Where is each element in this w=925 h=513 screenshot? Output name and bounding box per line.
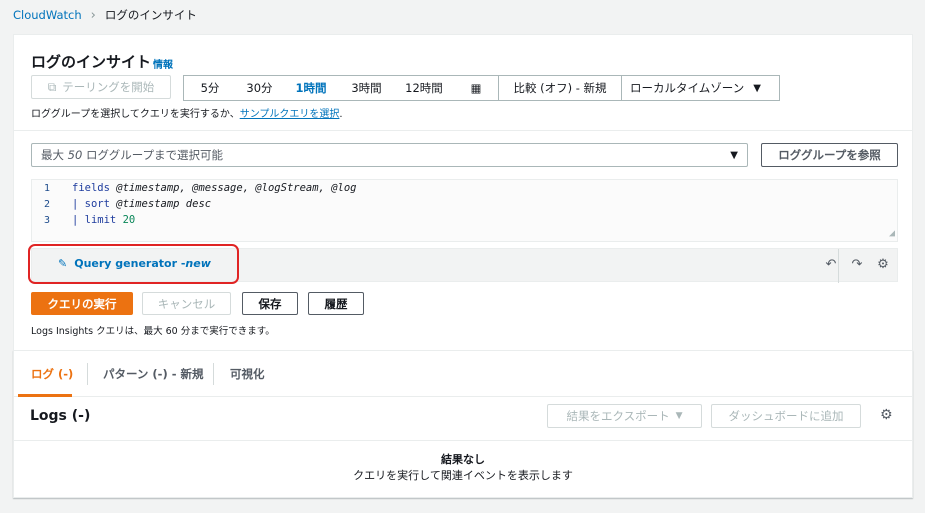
timezone-label: ローカルタイムゾーン bbox=[630, 81, 745, 95]
log-group-placeholder: 最大 50 ロググループまで選択可能 bbox=[41, 147, 223, 163]
compare-toggle[interactable]: 比較 (オフ) - 新規 bbox=[499, 76, 621, 100]
resize-handle-icon[interactable]: ◢ bbox=[889, 228, 895, 239]
caret-down-icon: ▼ bbox=[753, 82, 761, 94]
hint-text: ロググループを選択してクエリを実行するか、 bbox=[31, 109, 240, 120]
add-to-dashboard-button[interactable]: ダッシュボードに追加 bbox=[711, 404, 861, 428]
placeholder-prefix: 最大 bbox=[41, 148, 68, 162]
line-number: 3 bbox=[43, 214, 51, 226]
gear-icon[interactable]: ⚙ bbox=[875, 257, 891, 272]
code-line: | sort @timestamp desc bbox=[72, 198, 211, 210]
code-rest: @timestamp desc bbox=[109, 198, 212, 210]
line-number: 1 bbox=[43, 182, 51, 194]
divider bbox=[14, 440, 912, 441]
breadcrumb-cloudwatch-link[interactable]: CloudWatch bbox=[13, 8, 82, 22]
placeholder-num: 50 bbox=[67, 148, 83, 162]
code-keyword: | limit bbox=[72, 214, 117, 226]
results-tabs: ログ (-) パターン (-) - 新規 可視化 bbox=[14, 351, 912, 397]
gear-icon[interactable]: ⚙ bbox=[880, 407, 893, 423]
query-header-panel: ログのインサイト 情報 ⧉ テーリングを開始 5分 30分 1時間 3時間 12… bbox=[13, 34, 913, 130]
undo-icon[interactable]: ↶ bbox=[823, 257, 839, 272]
code-line: fields @timestamp, @message, @logStream,… bbox=[72, 182, 356, 194]
browse-log-groups-button[interactable]: ロググループを参照 bbox=[761, 143, 898, 167]
start-tailing-label: テーリングを開始 bbox=[62, 80, 155, 94]
hint-suffix: . bbox=[339, 109, 343, 120]
query-editor[interactable]: 1 fields @timestamp, @message, @logStrea… bbox=[31, 179, 898, 242]
code-keyword: | sort bbox=[72, 198, 110, 210]
info-link[interactable]: 情報 bbox=[153, 56, 173, 71]
placeholder-suffix: ロググループまで選択可能 bbox=[82, 148, 224, 162]
external-link-icon: ⧉ bbox=[47, 79, 57, 94]
results-panel: ログ (-) パターン (-) - 新規 可視化 Logs (-) 結果をエクス… bbox=[13, 350, 913, 498]
time-range-30m[interactable]: 30分 bbox=[236, 76, 283, 100]
export-results-label: 結果をエクスポート bbox=[566, 409, 670, 423]
sample-query-link[interactable]: サンプルクエリを選択 bbox=[240, 109, 340, 120]
code-keyword: fields bbox=[72, 182, 110, 194]
tab-divider bbox=[213, 363, 214, 385]
query-hint: ロググループを選択してクエリを実行するか、サンプルクエリを選択. bbox=[31, 105, 343, 120]
timezone-select[interactable]: ローカルタイムゾーン ▼ bbox=[622, 76, 769, 100]
code-rest: @timestamp, @message, @logStream, @log bbox=[109, 182, 357, 194]
logs-title: Logs (-) bbox=[30, 408, 91, 424]
breadcrumb-current: ログのインサイト bbox=[104, 8, 197, 22]
editor-line: 2 | sort @timestamp desc bbox=[32, 196, 211, 212]
page-title: ログのインサイト bbox=[31, 53, 152, 71]
history-button[interactable]: 履歴 bbox=[308, 292, 364, 315]
active-tab-indicator bbox=[18, 394, 72, 397]
line-number: 2 bbox=[43, 198, 51, 210]
chevron-right-icon: › bbox=[90, 7, 96, 23]
log-group-select[interactable]: 最大 50 ロググループまで選択可能 ▼ bbox=[31, 143, 748, 167]
editor-tools: ↶ ↷ ⚙ bbox=[823, 257, 891, 272]
redo-icon[interactable]: ↷ bbox=[849, 257, 865, 272]
caret-down-icon: ▼ bbox=[730, 149, 738, 161]
run-query-button[interactable]: クエリの実行 bbox=[31, 292, 133, 315]
editor-line: 3 | limit 20 bbox=[32, 212, 135, 228]
code-rest: 20 bbox=[116, 214, 136, 226]
time-range-3h[interactable]: 3時間 bbox=[339, 76, 394, 100]
cancel-button[interactable]: キャンセル bbox=[142, 292, 231, 315]
tab-logs[interactable]: ログ (-) bbox=[31, 366, 73, 382]
editor-line: 1 fields @timestamp, @message, @logStrea… bbox=[32, 180, 357, 196]
code-line: | limit 20 bbox=[72, 214, 135, 226]
tab-patterns[interactable]: パターン (-) - 新規 bbox=[103, 366, 204, 382]
save-button[interactable]: 保存 bbox=[242, 292, 298, 315]
calendar-icon[interactable]: ▦ bbox=[454, 76, 498, 100]
caret-down-icon: ▼ bbox=[675, 411, 683, 421]
time-range-1h[interactable]: 1時間 bbox=[283, 76, 339, 100]
start-tailing-button[interactable]: ⧉ テーリングを開始 bbox=[31, 75, 171, 99]
empty-state-description: クエリを実行して関連イベントを表示します bbox=[353, 469, 573, 482]
query-limit-note: Logs Insights クエリは、最大 60 分まで実行できます。 bbox=[31, 326, 275, 337]
breadcrumb: CloudWatch › ログのインサイト bbox=[13, 6, 197, 24]
export-results-button[interactable]: 結果をエクスポート ▼ bbox=[547, 404, 702, 428]
tab-visualize[interactable]: 可視化 bbox=[230, 366, 265, 382]
time-range-selector: 5分 30分 1時間 3時間 12時間 ▦ 比較 (オフ) - 新規 ローカルタ… bbox=[183, 75, 780, 101]
empty-state-title: 結果なし bbox=[441, 453, 485, 466]
time-range-5m[interactable]: 5分 bbox=[184, 76, 236, 100]
query-editor-panel: 最大 50 ロググループまで選択可能 ▼ ロググループを参照 1 fields … bbox=[13, 130, 913, 350]
query-generator-highlight bbox=[28, 244, 239, 284]
time-range-12h[interactable]: 12時間 bbox=[394, 76, 454, 100]
tab-divider bbox=[87, 363, 88, 385]
